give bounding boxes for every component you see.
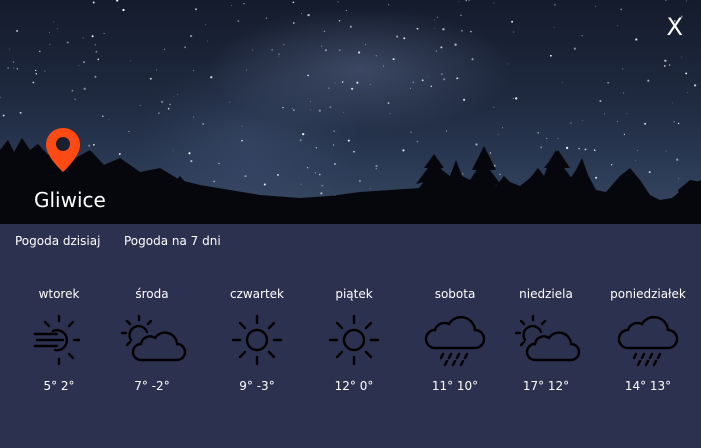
- day-temperature: 9° -3°: [239, 379, 275, 393]
- day-name: sobota: [434, 287, 476, 301]
- sun-cloud-icon: [120, 314, 187, 362]
- day-temperature: 5° 2°: [43, 379, 75, 393]
- day-name: środa: [135, 287, 169, 301]
- forecast-day: niedziela 17° 12°: [498, 286, 594, 394]
- day-name: wtorek: [38, 287, 80, 301]
- header-background-image: X Gliwice: [0, 0, 701, 224]
- close-button[interactable]: X: [667, 12, 683, 42]
- location-pin-icon: [44, 126, 82, 179]
- city-name: Gliwice: [34, 188, 106, 212]
- forecast-day: poniedziałek 14° 13°: [600, 286, 696, 394]
- day-temperature: 14° 13°: [624, 379, 672, 393]
- sun-cloud-icon: [514, 314, 581, 362]
- forecast-day: czwartek 9° -3°: [209, 286, 305, 394]
- forecast-day: wtorek 5° 2°: [11, 286, 107, 394]
- day-temperature: 11° 10°: [431, 379, 479, 393]
- wind-sun-icon: [33, 314, 81, 366]
- forecast-day: sobota 11° 10°: [407, 286, 503, 394]
- day-name: niedziela: [519, 287, 573, 301]
- day-name: poniedziałek: [610, 287, 686, 301]
- forecast-day: piątek 12° 0°: [306, 286, 402, 394]
- sun-icon: [231, 314, 283, 366]
- rain-cloud-icon: [617, 315, 679, 367]
- tab-today[interactable]: Pogoda dzisiaj: [15, 234, 100, 248]
- sun-icon: [328, 314, 380, 366]
- forecast-day: środa 7° -2°: [104, 286, 200, 394]
- day-temperature: 7° -2°: [134, 379, 170, 393]
- rain-cloud-icon: [424, 315, 486, 367]
- day-name: piątek: [335, 287, 373, 301]
- day-name: czwartek: [229, 287, 285, 301]
- tab-7-days[interactable]: Pogoda na 7 dni: [124, 234, 221, 248]
- day-temperature: 12° 0°: [334, 379, 374, 393]
- day-temperature: 17° 12°: [522, 379, 570, 393]
